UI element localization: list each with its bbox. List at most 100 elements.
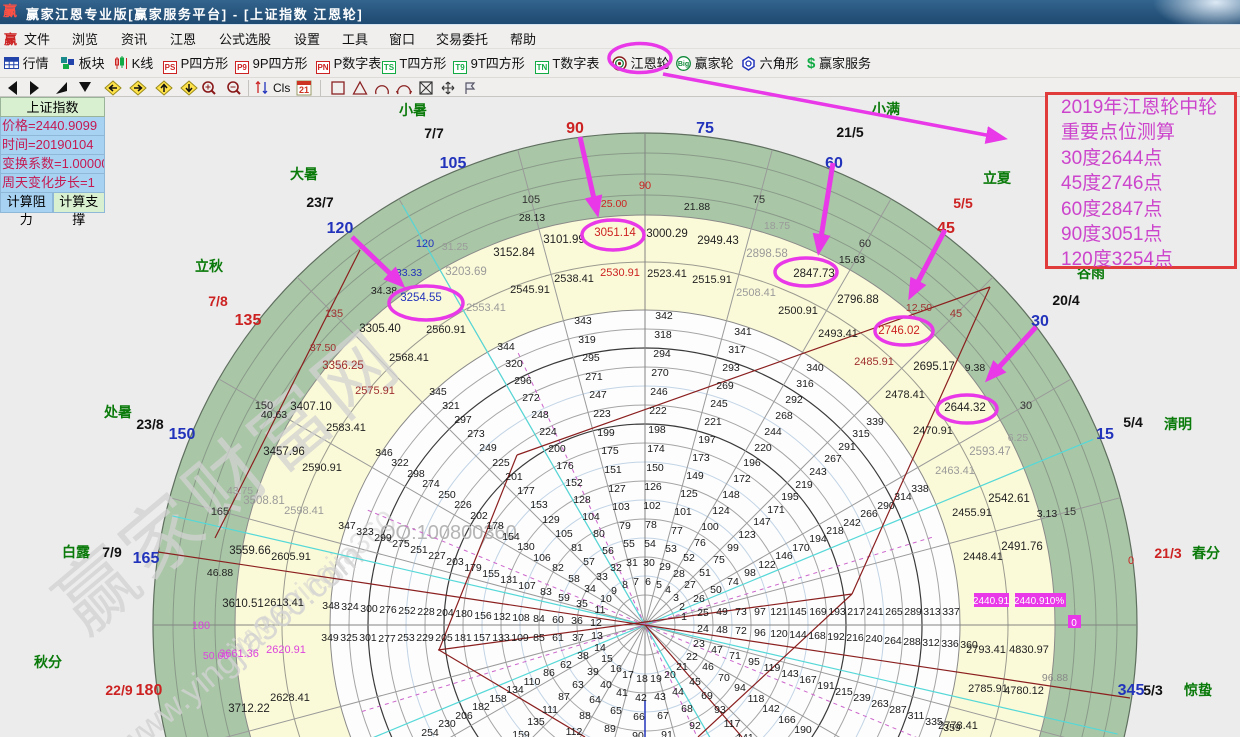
svg-text:80: 80: [593, 528, 605, 540]
svg-text:2538.41: 2538.41: [554, 273, 594, 285]
svg-text:15.63: 15.63: [839, 254, 865, 266]
svg-text:170: 170: [792, 542, 810, 554]
svg-text:69: 69: [701, 690, 713, 702]
svg-text:15: 15: [1064, 506, 1076, 518]
svg-text:2695.17: 2695.17: [913, 361, 955, 373]
svg-text:24: 24: [697, 623, 709, 635]
svg-text:107: 107: [518, 580, 536, 592]
svg-text:9: 9: [611, 585, 617, 597]
svg-text:58: 58: [568, 573, 580, 585]
svg-text:2500.91: 2500.91: [778, 305, 818, 317]
svg-text:79: 79: [619, 520, 631, 532]
svg-text:30: 30: [1020, 400, 1032, 412]
svg-text:180: 180: [455, 608, 473, 620]
svg-text:120: 120: [770, 628, 788, 640]
svg-text:50.00: 50.00: [203, 650, 229, 662]
svg-text:3457.96: 3457.96: [263, 446, 305, 458]
svg-text:38: 38: [577, 650, 589, 662]
svg-text:2778.41: 2778.41: [938, 720, 978, 732]
svg-text:243: 243: [809, 466, 827, 478]
svg-text:2847.73: 2847.73: [793, 268, 835, 280]
svg-text:3712.22: 3712.22: [228, 703, 270, 715]
svg-text:32: 32: [610, 562, 622, 574]
svg-text:95: 95: [748, 656, 760, 668]
svg-text:35: 35: [576, 598, 588, 610]
svg-text:2793.41: 2793.41: [966, 644, 1006, 656]
svg-text:98: 98: [744, 567, 756, 579]
svg-text:66: 66: [633, 711, 645, 723]
svg-text:22/9: 22/9: [105, 682, 132, 698]
svg-text:135: 135: [527, 716, 545, 728]
svg-text:228: 228: [417, 606, 435, 618]
svg-text:154: 154: [502, 531, 520, 543]
svg-text:41: 41: [616, 687, 628, 699]
svg-text:94: 94: [734, 682, 746, 694]
svg-text:145: 145: [789, 606, 807, 618]
svg-text:81: 81: [571, 542, 583, 554]
svg-text:289: 289: [904, 606, 922, 618]
svg-text:77: 77: [671, 525, 683, 537]
svg-text:155: 155: [482, 568, 500, 580]
svg-text:191: 191: [817, 680, 835, 692]
svg-text:64: 64: [589, 694, 601, 706]
svg-text:2523.41: 2523.41: [647, 268, 687, 280]
svg-text:134: 134: [506, 684, 524, 696]
svg-text:301: 301: [359, 632, 377, 644]
svg-text:205: 205: [435, 632, 453, 644]
svg-text:340: 340: [806, 362, 824, 374]
svg-text:93: 93: [714, 704, 726, 716]
svg-text:59: 59: [558, 592, 570, 604]
svg-text:117: 117: [724, 718, 741, 730]
svg-text:60: 60: [552, 614, 564, 626]
svg-text:141: 141: [736, 732, 754, 737]
svg-text:36: 36: [571, 615, 583, 627]
svg-text:6: 6: [645, 576, 651, 588]
svg-text:83: 83: [540, 586, 552, 598]
svg-text:2463.41: 2463.41: [935, 465, 975, 477]
svg-text:180: 180: [136, 682, 163, 699]
svg-text:325: 325: [340, 632, 358, 644]
svg-text:3610.51: 3610.51: [222, 598, 264, 610]
svg-text:105: 105: [555, 528, 573, 540]
svg-text:158: 158: [489, 693, 507, 705]
svg-text:20/4: 20/4: [1052, 292, 1079, 308]
svg-text:28.13: 28.13: [519, 212, 545, 224]
svg-text:3305.40: 3305.40: [359, 323, 401, 335]
svg-text:21: 21: [299, 85, 309, 95]
svg-text:12: 12: [590, 617, 602, 629]
svg-text:31: 31: [626, 557, 638, 569]
svg-text:150: 150: [646, 462, 664, 474]
svg-text:112: 112: [566, 726, 583, 737]
svg-text:204: 204: [436, 607, 454, 619]
svg-text:23: 23: [693, 638, 705, 650]
svg-text:198: 198: [648, 424, 666, 436]
svg-text:5/3: 5/3: [1143, 682, 1163, 698]
svg-text:90: 90: [632, 730, 644, 737]
svg-text:6.25: 6.25: [1008, 432, 1029, 444]
svg-text:105: 105: [440, 155, 467, 172]
svg-text:2605.91: 2605.91: [271, 551, 311, 563]
svg-text:62: 62: [560, 659, 572, 671]
svg-text:292: 292: [785, 394, 803, 406]
svg-text:25.00: 25.00: [601, 198, 627, 210]
svg-text:221: 221: [704, 416, 722, 428]
svg-text:37: 37: [572, 632, 584, 644]
svg-text:149: 149: [686, 470, 704, 482]
svg-text:295: 295: [582, 352, 600, 364]
svg-text:110: 110: [524, 676, 541, 688]
svg-text:5: 5: [656, 579, 662, 591]
svg-text:135: 135: [325, 308, 343, 320]
svg-text:3254.55: 3254.55: [400, 292, 442, 304]
svg-text:176: 176: [556, 460, 574, 472]
svg-text:272: 272: [522, 392, 540, 404]
svg-text:2949.43: 2949.43: [697, 235, 739, 247]
svg-text:2493.41: 2493.41: [818, 328, 858, 340]
svg-text:144: 144: [789, 629, 807, 641]
svg-text:45: 45: [937, 220, 955, 237]
svg-text:119: 119: [764, 662, 781, 674]
svg-text:313: 313: [923, 606, 941, 618]
svg-text:小暑: 小暑: [399, 102, 427, 118]
svg-text:319: 319: [578, 334, 596, 346]
svg-text:白露: 白露: [62, 544, 91, 560]
svg-text:240: 240: [865, 633, 883, 645]
